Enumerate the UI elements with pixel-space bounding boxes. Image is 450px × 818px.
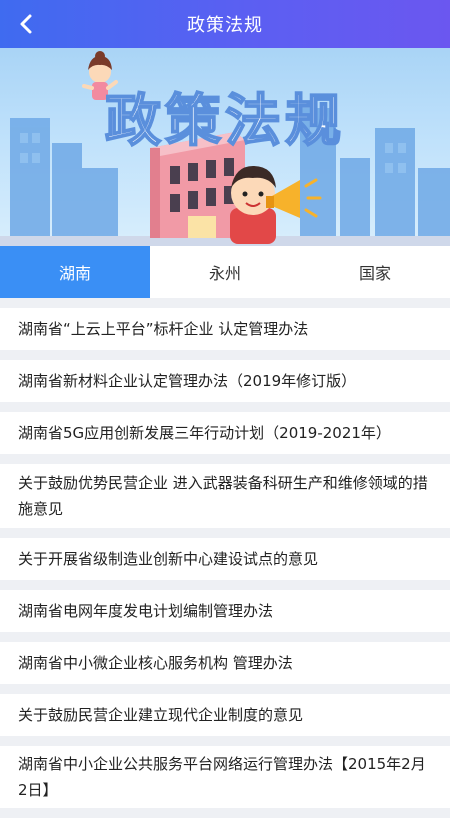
list-item[interactable]: 湖南省新材料企业认定管理办法（2019年修订版） — [0, 360, 450, 402]
tab-hunan[interactable]: 湖南 — [0, 246, 150, 298]
list-item[interactable]: 湖南省电网年度发电计划编制管理办法 — [0, 590, 450, 632]
chevron-left-icon — [20, 14, 32, 34]
banner-title: 政策法规 — [105, 89, 345, 154]
app-header: 政策法规 — [0, 0, 450, 48]
tab-yongzhou[interactable]: 永州 — [150, 246, 300, 298]
banner-illustration: 政策法规 — [0, 48, 450, 246]
list-item[interactable]: 湖南省5G应用创新发展三年行动计划（2019-2021年） — [0, 412, 450, 454]
policy-list: 湖南省“上云上平台”标杆企业 认定管理办法 湖南省新材料企业认定管理办法（201… — [0, 308, 450, 818]
page-title: 政策法规 — [187, 15, 263, 36]
list-item[interactable]: 关于鼓励民营企业建立现代企业制度的意见 — [0, 694, 450, 736]
region-tabs: 湖南 永州 国家 — [0, 246, 450, 298]
tab-national[interactable]: 国家 — [300, 246, 450, 298]
list-item[interactable]: 湖南省中小企业公共服务平台网络运行管理办法【2015年2月2日】 — [0, 746, 450, 808]
list-item[interactable]: 关于开展省级制造业创新中心建设试点的意见 — [0, 538, 450, 580]
back-button[interactable] — [10, 8, 42, 40]
list-item[interactable]: 关于鼓励优势民营企业 进入武器装备科研生产和维修领域的措施意见 — [0, 464, 450, 528]
list-item[interactable]: 湖南省“上云上平台”标杆企业 认定管理办法 — [0, 308, 450, 350]
list-item[interactable]: 湖南省中小微企业核心服务机构 管理办法 — [0, 642, 450, 684]
